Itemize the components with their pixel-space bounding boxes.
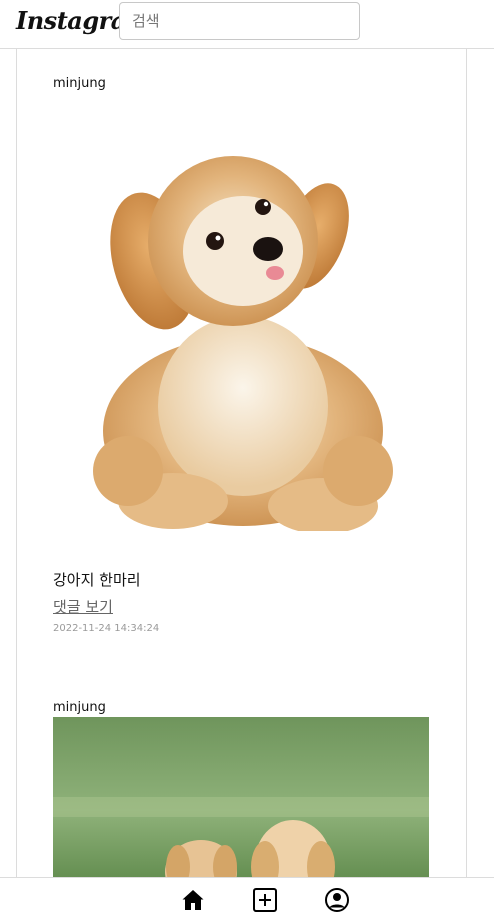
post-card: minjung bbox=[53, 75, 429, 634]
bottom-nav bbox=[0, 877, 494, 915]
post-photo bbox=[53, 717, 429, 877]
search-input[interactable] bbox=[119, 2, 360, 40]
post-card: minjung bbox=[53, 699, 429, 877]
post-username[interactable]: minjung bbox=[53, 699, 429, 717]
post-timestamp: 2022-11-24 14:34:24 bbox=[53, 623, 160, 634]
post-caption: 강아지 한마리 bbox=[53, 571, 141, 589]
add-post-icon[interactable] bbox=[251, 886, 279, 914]
post-username[interactable]: minjung bbox=[53, 75, 429, 93]
profile-icon[interactable] bbox=[323, 886, 351, 914]
view-comments-link[interactable]: 댓글 보기 bbox=[53, 596, 113, 617]
top-bar: Instagram bbox=[0, 0, 494, 49]
post-photo bbox=[93, 156, 393, 531]
feed[interactable]: minjung 강아지 한마리 댓글 보기 2022-11-24 14:34:2… bbox=[16, 49, 467, 877]
home-icon[interactable] bbox=[179, 886, 207, 914]
